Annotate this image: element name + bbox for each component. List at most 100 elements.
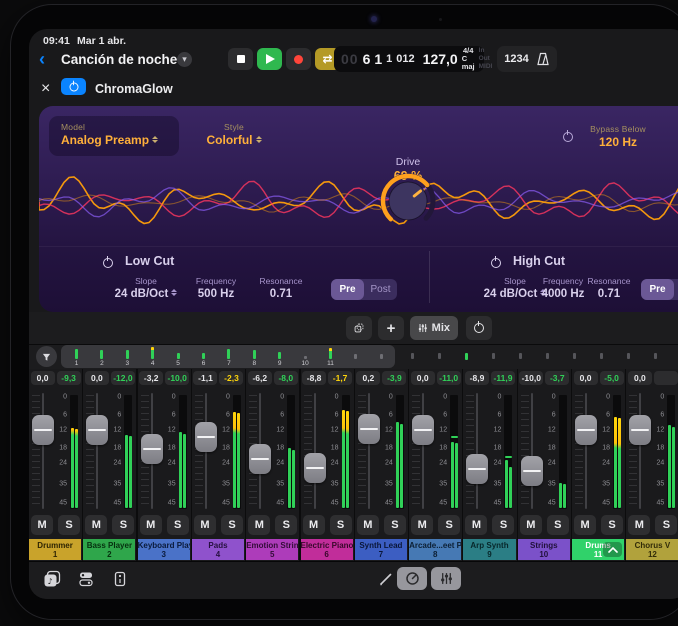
pre-button[interactable]: Pre <box>641 279 674 300</box>
fader-db-value[interactable]: 0,2 <box>356 371 380 385</box>
mute-button[interactable]: M <box>140 515 162 535</box>
solo-button[interactable]: S <box>601 515 623 535</box>
lcd-timesig-key[interactable]: 4/4 C maj <box>462 47 475 71</box>
lcd-beat[interactable]: 1 <box>374 51 382 67</box>
post-button[interactable]: Post <box>674 279 678 300</box>
peak-db-value[interactable]: -9,3 <box>57 371 81 385</box>
song-title[interactable]: Canción de noche <box>61 52 177 67</box>
fader-handle[interactable] <box>195 422 217 452</box>
peak-db-value[interactable] <box>654 371 678 385</box>
mute-button[interactable]: M <box>465 515 487 535</box>
solo-button[interactable]: S <box>384 515 406 535</box>
mute-button[interactable]: M <box>248 515 270 535</box>
fader-db-value[interactable]: 0,0 <box>628 371 652 385</box>
post-button[interactable]: Post <box>364 279 397 300</box>
mute-button[interactable]: M <box>520 515 542 535</box>
mute-button[interactable]: M <box>574 515 596 535</box>
lcd-bar[interactable]: 6 <box>363 51 371 67</box>
high-cut-power-icon[interactable] <box>491 255 501 273</box>
mute-button[interactable]: M <box>303 515 325 535</box>
solo-button[interactable]: S <box>492 515 514 535</box>
fader-track[interactable] <box>476 393 478 509</box>
overview-visible-window[interactable]: 1234567891011 <box>61 345 395 368</box>
drive-knob[interactable] <box>376 169 440 233</box>
title-dropdown-chevron-icon[interactable]: ▾ <box>177 52 192 67</box>
track-name-label[interactable]: Drums 11 <box>572 539 624 560</box>
fader-db-value[interactable]: -3,2 <box>139 371 163 385</box>
mute-button[interactable]: M <box>194 515 216 535</box>
fader-track[interactable] <box>42 393 44 509</box>
fader-handle[interactable] <box>521 456 543 486</box>
fader-handle[interactable] <box>32 415 54 445</box>
bypass-power-icon[interactable] <box>563 129 573 147</box>
track-name-label[interactable]: Synth Lead 7 <box>355 539 407 560</box>
peak-db-value[interactable]: -3,7 <box>545 371 569 385</box>
peak-db-value[interactable]: -8,0 <box>274 371 298 385</box>
play-button[interactable] <box>257 48 282 70</box>
track-name-label[interactable]: Arp Synth 9 <box>463 539 515 560</box>
lcd-ticks[interactable]: 012 <box>396 53 414 65</box>
loop-browser-button[interactable]: ♪ <box>41 568 63 590</box>
solo-button[interactable]: S <box>275 515 297 535</box>
fader-handle[interactable] <box>575 415 597 445</box>
low-cut-power-icon[interactable] <box>103 255 113 273</box>
peak-db-value[interactable]: -1,7 <box>328 371 352 385</box>
expand-stack-button[interactable] <box>603 542 622 557</box>
duplicate-button[interactable] <box>346 316 372 340</box>
close-icon[interactable]: × <box>41 79 50 99</box>
track-name-label[interactable]: Electric Piano 6 <box>301 539 353 560</box>
level-value[interactable]: 0.0 <box>669 135 678 149</box>
mute-button[interactable]: M <box>411 515 433 535</box>
fader-db-value[interactable]: -10,0 <box>519 371 543 385</box>
pencil-button[interactable] <box>375 568 397 590</box>
fader-track[interactable] <box>422 393 424 509</box>
fader-handle[interactable] <box>412 415 434 445</box>
controls-view-button[interactable] <box>397 567 427 590</box>
mixer-power-button[interactable] <box>466 316 492 340</box>
fader-db-value[interactable]: -6,2 <box>248 371 272 385</box>
lcd-tempo[interactable]: 127,0 <box>423 51 458 67</box>
peak-db-value[interactable]: -10,0 <box>165 371 189 385</box>
metronome-icon[interactable] <box>536 52 550 66</box>
solo-button[interactable]: S <box>438 515 460 535</box>
track-name-label[interactable]: Drummer 1 <box>29 539 81 560</box>
track-name-label[interactable]: Arcade...eet Pad 8 <box>409 539 461 560</box>
pre-button[interactable]: Pre <box>331 279 364 300</box>
fader-handle[interactable] <box>466 454 488 484</box>
fader-handle[interactable] <box>86 415 108 445</box>
solo-button[interactable]: S <box>330 515 352 535</box>
fader-track[interactable] <box>96 393 98 509</box>
fader-db-value[interactable]: 0,0 <box>574 371 598 385</box>
solo-button[interactable]: S <box>58 515 80 535</box>
keyboard-button[interactable] <box>109 568 131 590</box>
mix-button[interactable]: Mix <box>410 316 458 340</box>
fader-handle[interactable] <box>629 415 651 445</box>
low-cut-slope[interactable]: Slope 24 dB/Oct <box>111 276 181 300</box>
fader-db-value[interactable]: -1,1 <box>193 371 217 385</box>
track-name-label[interactable]: Pads 4 <box>192 539 244 560</box>
peak-db-value[interactable]: -11,0 <box>437 371 461 385</box>
track-name-label[interactable]: Bass Player 2 <box>83 539 135 560</box>
fader-handle[interactable] <box>304 453 326 483</box>
fader-track[interactable] <box>368 393 370 509</box>
fader-db-value[interactable]: 0,0 <box>31 371 55 385</box>
back-chevron-icon[interactable]: ‹ <box>39 49 45 69</box>
mute-button[interactable]: M <box>31 515 53 535</box>
track-name-label[interactable]: Emotion Strings 5 <box>246 539 298 560</box>
solo-button[interactable]: S <box>167 515 189 535</box>
add-track-button[interactable]: + <box>378 316 404 340</box>
track-name-label[interactable]: Strings 10 <box>518 539 570 560</box>
track-name-label[interactable]: Chorus V 12 <box>626 539 678 560</box>
fader-db-value[interactable]: 0,0 <box>411 371 435 385</box>
track-name-label[interactable]: Keyboard Player 3 <box>138 539 190 560</box>
style-selector[interactable]: Colorful <box>189 133 279 147</box>
fader-db-value[interactable]: -8,9 <box>465 371 489 385</box>
lcd-division[interactable]: 1 <box>386 53 392 65</box>
solo-button[interactable]: S <box>547 515 569 535</box>
faders-view-button[interactable] <box>431 567 461 590</box>
mute-button[interactable]: M <box>85 515 107 535</box>
record-button[interactable] <box>286 48 311 70</box>
model-value[interactable]: Analog Preamp <box>61 133 158 147</box>
fader-track[interactable] <box>639 393 641 509</box>
filter-button[interactable] <box>36 346 57 367</box>
